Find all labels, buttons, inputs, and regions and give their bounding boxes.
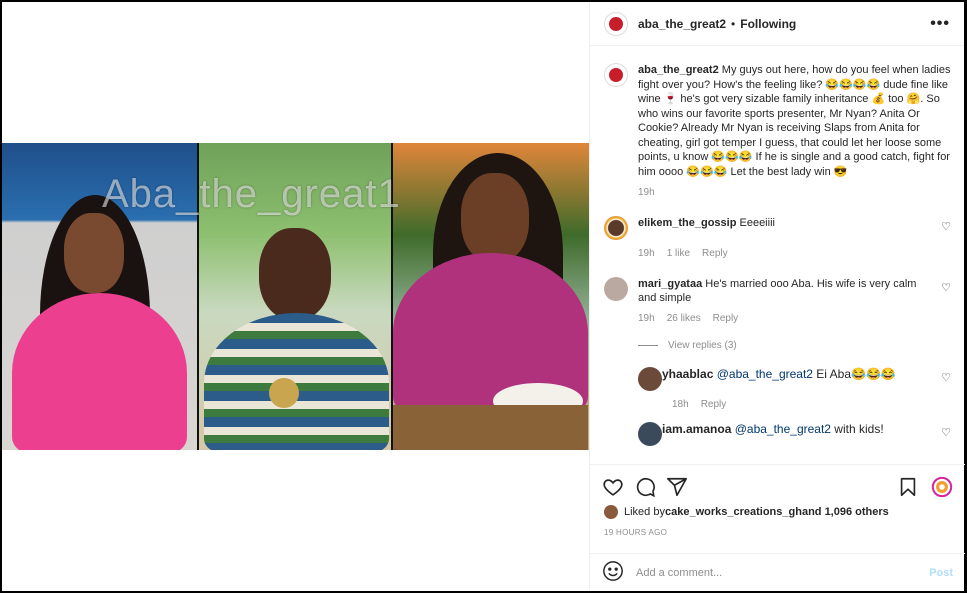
reply-body: iam.amanoa @aba_the_great2 with kids! bbox=[662, 422, 902, 436]
table bbox=[393, 405, 588, 450]
replier-avatar[interactable] bbox=[638, 422, 662, 446]
comment-meta: 19h 1 like Reply bbox=[638, 248, 951, 259]
reply-mention[interactable]: @aba_the_great2 bbox=[713, 367, 813, 381]
comment-likes[interactable]: 1 like bbox=[667, 248, 690, 259]
striped-shirt bbox=[204, 313, 389, 450]
comment-reply-button[interactable]: Reply bbox=[713, 313, 739, 324]
instagram-post: Aba_the_great1 aba_the_great2 • Followin… bbox=[2, 2, 965, 591]
separator-dot: • bbox=[731, 16, 736, 31]
comment-username[interactable]: mari_gyataa bbox=[638, 278, 702, 290]
comment-item: mari_gyataa He's married ooo Aba. His wi… bbox=[604, 277, 951, 305]
brand-logo-icon bbox=[609, 16, 623, 31]
replies-divider bbox=[638, 345, 658, 346]
reply-mention[interactable]: @aba_the_great2 bbox=[731, 422, 831, 436]
caption: aba_the_great2 My guys out here, how do … bbox=[604, 63, 951, 179]
comment-reply-button[interactable]: Reply bbox=[702, 248, 728, 259]
comment-likes[interactable]: 26 likes bbox=[667, 313, 701, 324]
reply-meta: 18h Reply bbox=[672, 399, 951, 410]
comment-like-icon[interactable]: ♡ bbox=[941, 216, 951, 233]
comment-time[interactable]: 19h bbox=[638, 313, 655, 324]
post-timestamp: 19 HOURS AGO bbox=[604, 528, 668, 537]
commenter-avatar[interactable] bbox=[604, 277, 628, 301]
reply-item: iam.amanoa @aba_the_great2 with kids! ♡ bbox=[638, 422, 951, 446]
author-avatar[interactable] bbox=[604, 11, 628, 36]
caption-meta: 19h bbox=[638, 187, 951, 198]
action-bar bbox=[590, 464, 965, 508]
likes-prefix: Liked by bbox=[624, 506, 665, 518]
caption-avatar[interactable] bbox=[604, 63, 628, 87]
pink-top bbox=[12, 293, 187, 450]
emoji-icon[interactable] bbox=[602, 560, 624, 585]
post-comment-button[interactable]: Post bbox=[929, 567, 953, 579]
comment-username[interactable]: elikem_the_gossip bbox=[638, 217, 736, 229]
likes-user[interactable]: cake_works_creations_gh bbox=[665, 506, 802, 518]
reply-item: yhaablac @aba_the_great2 Ei Aba😂😂😂 ♡ bbox=[638, 367, 951, 391]
watermark-text: Aba_the_great1 bbox=[102, 172, 401, 216]
comment-icon[interactable] bbox=[634, 476, 656, 498]
photo-panel-3 bbox=[393, 143, 589, 450]
person-face bbox=[64, 213, 124, 293]
following-button[interactable]: Following bbox=[740, 17, 796, 31]
reply-text: Ei Aba😂😂😂 bbox=[812, 367, 896, 381]
liker-avatar[interactable] bbox=[604, 505, 618, 519]
bookmark-icon[interactable] bbox=[897, 476, 919, 498]
comment-text: Eeeeiiii bbox=[736, 217, 775, 229]
caption-username[interactable]: aba_the_great2 bbox=[638, 64, 719, 76]
post-media[interactable]: Aba_the_great1 bbox=[2, 2, 589, 591]
watch bbox=[269, 378, 299, 408]
brand-logo-icon bbox=[609, 68, 623, 82]
person-face bbox=[259, 228, 331, 320]
likes-summary[interactable]: Liked by cake_works_creations_gh and 1,0… bbox=[604, 505, 889, 519]
comment-body: elikem_the_gossip Eeeeiiii bbox=[638, 216, 928, 230]
comment-like-icon[interactable]: ♡ bbox=[941, 277, 951, 294]
reply-username[interactable]: yhaablac bbox=[662, 367, 713, 381]
story-ring-icon[interactable] bbox=[931, 476, 953, 498]
heart-icon[interactable] bbox=[602, 476, 624, 498]
commenter-avatar[interactable] bbox=[604, 216, 628, 240]
share-icon[interactable] bbox=[666, 476, 688, 498]
comment-item: elikem_the_gossip Eeeeiiii ♡ bbox=[604, 216, 951, 240]
view-replies-label[interactable]: View replies (3) bbox=[668, 340, 737, 351]
more-icon[interactable]: ••• bbox=[930, 15, 950, 33]
add-comment-bar: Post bbox=[590, 553, 965, 591]
likes-suffix[interactable]: and 1,096 others bbox=[802, 506, 889, 518]
reply-time[interactable]: 18h bbox=[672, 399, 689, 410]
post-header: aba_the_great2 • Following ••• bbox=[590, 2, 964, 46]
comment-meta: 19h 26 likes Reply bbox=[638, 313, 951, 324]
reply-username[interactable]: iam.amanoa bbox=[662, 422, 731, 436]
reply-like-icon[interactable]: ♡ bbox=[941, 367, 951, 384]
reply-reply-button[interactable]: Reply bbox=[701, 399, 727, 410]
reply-text: with kids! bbox=[830, 422, 884, 436]
screenshot-frame: Aba_the_great1 aba_the_great2 • Followin… bbox=[0, 0, 967, 593]
person-face bbox=[461, 173, 529, 263]
view-replies-button[interactable]: View replies (3) bbox=[638, 340, 951, 351]
comment-input[interactable] bbox=[636, 566, 930, 579]
reply-like-icon[interactable]: ♡ bbox=[941, 422, 951, 439]
reply-body: yhaablac @aba_the_great2 Ei Aba😂😂😂 bbox=[662, 367, 902, 381]
comments-section[interactable]: aba_the_great2 My guys out here, how do … bbox=[590, 47, 965, 461]
post-sidebar: aba_the_great2 • Following ••• aba_the_g… bbox=[589, 2, 965, 591]
comment-time[interactable]: 19h bbox=[638, 248, 655, 259]
author-username[interactable]: aba_the_great2 bbox=[638, 17, 726, 31]
caption-body: aba_the_great2 My guys out here, how do … bbox=[638, 63, 951, 179]
caption-text: My guys out here, how do you feel when l… bbox=[638, 64, 951, 178]
comment-body: mari_gyataa He's married ooo Aba. His wi… bbox=[638, 277, 928, 305]
replier-avatar[interactable] bbox=[638, 367, 662, 391]
caption-time[interactable]: 19h bbox=[638, 187, 655, 198]
